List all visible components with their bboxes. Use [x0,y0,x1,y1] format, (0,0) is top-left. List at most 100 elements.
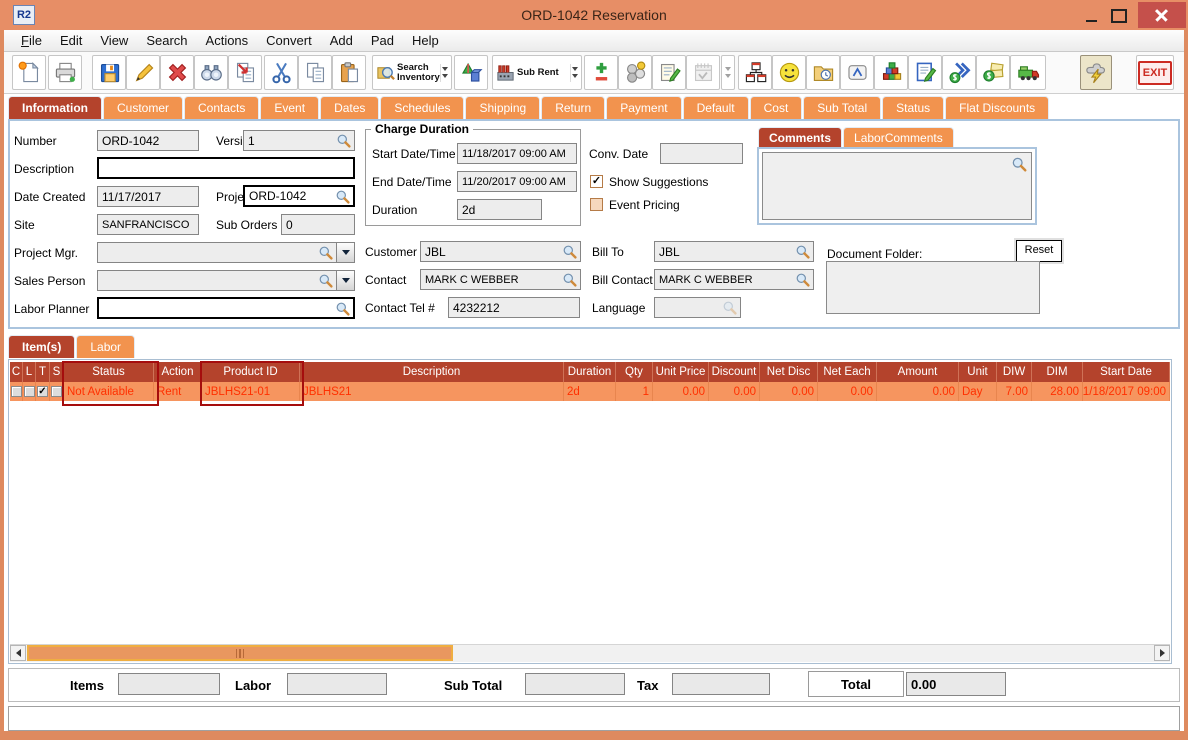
paste-button[interactable] [332,55,366,90]
cell-duration[interactable]: 2d [564,382,616,401]
cell-net-each[interactable]: 0.00 [818,382,877,401]
menu-pad[interactable]: Pad [362,31,403,50]
sales-person-dropdown[interactable] [336,270,355,291]
delivery-button[interactable] [1010,55,1046,90]
col-header-discount[interactable]: Discount [709,362,760,382]
tab-shipping[interactable]: Shipping [465,96,541,119]
cell-unit-price[interactable]: 0.00 [653,382,709,401]
tab-sub-total[interactable]: Sub Total [803,96,882,119]
table-row[interactable]: ✓ Not Available Rent JBLHS21-01 JBLHS21 … [10,382,1170,401]
c-checkbox[interactable] [10,386,22,397]
contact-field[interactable]: MARK C WEBBER [420,269,581,290]
availability-button[interactable] [618,55,652,90]
tab-comments[interactable]: Comments [758,127,843,148]
customer-smiley-button[interactable] [772,55,806,90]
l-checkbox[interactable] [23,386,35,397]
col-header-dim[interactable]: DIM [1032,362,1083,382]
tab-status[interactable]: Status [882,96,945,119]
cell-l[interactable] [23,382,36,401]
cell-action[interactable]: Rent [154,382,202,401]
tab-return[interactable]: Return [541,96,606,119]
col-header-diw[interactable]: DIW [997,362,1032,382]
menu-file[interactable]: File [12,31,51,50]
quick-actions-button[interactable] [1080,55,1112,90]
col-header-qty[interactable]: Qty [616,362,653,382]
contact-search-icon[interactable] [562,272,578,288]
tab-information[interactable]: Information [8,96,102,119]
inventory-cubes-button[interactable] [874,55,908,90]
description-field[interactable] [97,157,355,179]
project-search-icon[interactable] [335,189,351,205]
col-header-duration[interactable]: Duration [564,362,616,382]
bill-to-field[interactable]: JBL [654,241,814,262]
bill-contact-search-icon[interactable] [795,272,811,288]
cell-description[interactable]: JBLHS21 [300,382,564,401]
sub-rent-button[interactable]: Sub Rent [492,55,582,90]
project-field[interactable]: ORD-1042 [243,185,355,207]
col-header-amount[interactable]: Amount [877,362,959,382]
cell-discount[interactable]: 0.00 [709,382,760,401]
edit-document-button[interactable] [908,55,942,90]
menu-search[interactable]: Search [137,31,196,50]
customer-field[interactable]: JBL [420,241,581,262]
comments-textarea[interactable] [762,152,1032,220]
scrollbar-thumb[interactable] [27,645,453,661]
tab-contacts[interactable]: Contacts [184,96,260,119]
tab-default[interactable]: Default [682,96,749,119]
labor-planner-search-icon[interactable] [335,301,351,317]
version-search-icon[interactable] [336,133,352,149]
close-button[interactable] [1138,2,1186,28]
paste-special-button[interactable] [228,55,262,90]
tab-flat-discounts[interactable]: Flat Discounts [945,96,1050,119]
col-header-t[interactable]: T [36,362,50,382]
shapes-button[interactable] [454,55,488,90]
payment-transfer-button[interactable] [942,55,976,90]
delete-button[interactable] [160,55,194,90]
col-header-unit-price[interactable]: Unit Price [653,362,709,382]
new-document-button[interactable] [12,55,46,90]
scroll-left-button[interactable] [10,645,26,661]
bill-to-search-icon[interactable] [795,244,811,260]
document-folder-textarea[interactable] [826,261,1040,314]
print-button[interactable] [48,55,82,90]
tab-cost[interactable]: Cost [749,96,803,119]
copy-button[interactable] [298,55,332,90]
search-inventory-dropdown[interactable] [440,63,449,82]
version-field[interactable]: 1 [243,130,355,151]
menu-add[interactable]: Add [321,31,362,50]
menu-view[interactable]: View [91,31,137,50]
project-mgr-search-icon[interactable] [318,245,334,261]
project-mgr-dropdown[interactable] [336,242,355,263]
save-button[interactable] [92,55,126,90]
tab-payment[interactable]: Payment [606,96,682,119]
cell-c[interactable] [10,382,23,401]
search-inventory-button[interactable]: Search Inventory [372,55,452,90]
col-header-product-id[interactable]: Product ID [202,362,300,382]
calendar-dropdown[interactable] [721,55,735,90]
minimize-button[interactable] [1078,6,1104,26]
col-header-c[interactable]: C [10,362,23,382]
tab-schedules[interactable]: Schedules [380,96,465,119]
cell-diw[interactable]: 7.00 [997,382,1032,401]
cell-t[interactable]: ✓ [36,382,50,401]
cell-unit[interactable]: Day [959,382,997,401]
menu-help[interactable]: Help [403,31,448,50]
exit-button[interactable]: EXIT [1136,55,1174,90]
cell-dim[interactable]: 28.00 [1032,382,1083,401]
bill-contact-field[interactable]: MARK C WEBBER [654,269,814,290]
org-chart-button[interactable] [738,55,772,90]
history-folder-button[interactable] [806,55,840,90]
tab-dates[interactable]: Dates [320,96,380,119]
col-header-action[interactable]: Action [154,362,202,382]
comments-search-icon[interactable] [1011,156,1028,173]
find-button[interactable] [194,55,228,90]
col-header-start-date[interactable]: Start Date [1083,362,1170,382]
cell-start-date[interactable]: 11/18/2017 09:00 [1083,382,1170,401]
add-remove-line-button[interactable] [584,55,618,90]
notes-button[interactable] [652,55,686,90]
col-header-status[interactable]: Status [64,362,154,382]
tab-labor-comments[interactable]: LaborComments [843,127,954,148]
scroll-right-button[interactable] [1154,645,1170,661]
tab-labor[interactable]: Labor [76,335,136,358]
s-checkbox[interactable] [51,386,62,397]
